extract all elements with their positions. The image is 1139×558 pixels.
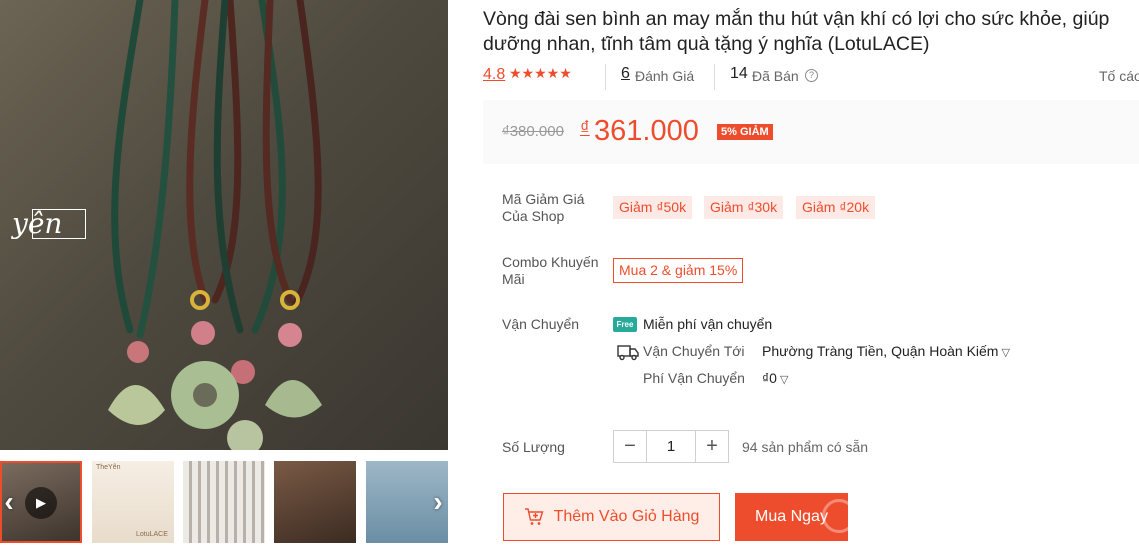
star-rating-icons: ★★★★★ xyxy=(509,65,572,81)
divider xyxy=(605,64,606,90)
report-link[interactable]: Tố cáo xyxy=(1099,68,1139,84)
truck-icon xyxy=(617,345,639,361)
stock-available: 94 sản phẩm có sẵn xyxy=(742,439,869,455)
free-shipping-icon: Free xyxy=(613,317,637,332)
voucher-chip[interactable]: Giảm ₫20k xyxy=(796,196,876,219)
increase-button[interactable]: + xyxy=(696,431,728,462)
shipping-fee-selector[interactable]: ₫0 ▽ xyxy=(762,370,788,386)
chevron-down-icon: ▽ xyxy=(1001,347,1010,359)
voucher-chip[interactable]: Giảm ₫50k xyxy=(613,196,693,219)
current-price: 361.000 xyxy=(594,115,699,147)
discount-badge: 5% GIẢM xyxy=(717,124,773,140)
buy-now-button[interactable]: Mua Ngay xyxy=(735,493,848,541)
quantity-stepper: − 1 + xyxy=(613,430,729,463)
ship-to-location[interactable]: Phường Tràng Tiền, Quận Hoàn Kiếm ▽ xyxy=(762,343,1010,359)
chevron-right-icon[interactable]: › xyxy=(427,486,449,518)
thumbnail-tag: LotuLACE xyxy=(136,531,168,538)
product-main-image[interactable]: yên xyxy=(0,0,448,450)
cart-plus-icon xyxy=(524,508,544,525)
help-icon[interactable]: ? xyxy=(805,69,818,82)
thumbnail-tag: TheYên xyxy=(96,464,121,471)
shipping-fee-label: Phí Vận Chuyển xyxy=(643,370,745,386)
price-section: ₫380.000 ₫ 361.000 5% GIẢM xyxy=(483,100,1139,164)
product-stats: 4.8 ★★★★★ 6 Đánh Giá 14 Đã Bán ? Tố cáo xyxy=(483,64,1139,90)
thumbnail-strip: ▶ TheYên LotuLACE ‹ › xyxy=(0,461,448,543)
currency-symbol: ₫ xyxy=(580,118,590,139)
thumbnail-3[interactable] xyxy=(183,461,265,543)
add-to-cart-label: Thêm Vào Giỏ Hàng xyxy=(553,508,700,525)
sold-count: 14 xyxy=(730,65,748,82)
voucher-chip[interactable]: Giảm ₫30k xyxy=(704,196,784,219)
free-shipping-text: Miễn phí vận chuyển xyxy=(643,316,773,332)
reviews-count[interactable]: 6 xyxy=(621,65,630,83)
decrease-button[interactable]: − xyxy=(614,431,646,462)
ship-to-value: Phường Tràng Tiền, Quận Hoàn Kiếm xyxy=(762,343,999,359)
chevron-left-icon[interactable]: ‹ xyxy=(0,486,20,518)
divider xyxy=(714,64,715,90)
chevron-down-icon: ▽ xyxy=(779,374,789,386)
thumbnail-4[interactable] xyxy=(274,461,356,543)
buy-now-label: Mua Ngay xyxy=(755,508,828,525)
add-to-cart-button[interactable]: Thêm Vào Giỏ Hàng xyxy=(503,493,720,541)
sold-label: Đã Bán xyxy=(752,68,799,84)
shipping-fee-value: ₫0 xyxy=(762,370,777,386)
product-title: Vòng đài sen bình an may mắn thu hút vận… xyxy=(483,8,1110,55)
quantity-label: Số Lượng xyxy=(502,439,565,455)
combo-offer-chip[interactable]: Mua 2 & giảm 15% xyxy=(613,258,744,283)
ship-to-label: Vận Chuyển Tới xyxy=(643,343,745,359)
reviews-label: Đánh Giá xyxy=(635,68,695,84)
voucher-label: Mã Giảm Giá Của Shop xyxy=(502,191,585,224)
rating-value[interactable]: 4.8 xyxy=(483,66,505,84)
play-icon[interactable]: ▶ xyxy=(25,487,57,519)
combo-label: Combo Khuyến Mãi xyxy=(502,254,599,287)
shipping-label: Vận Chuyển xyxy=(502,316,580,332)
quantity-input[interactable]: 1 xyxy=(646,431,696,462)
brand-watermark-logo: yên xyxy=(12,202,86,262)
thumbnail-2[interactable]: TheYên LotuLACE xyxy=(92,461,174,543)
decorative-circle xyxy=(822,499,848,533)
original-price: ₫380.000 xyxy=(502,123,564,140)
